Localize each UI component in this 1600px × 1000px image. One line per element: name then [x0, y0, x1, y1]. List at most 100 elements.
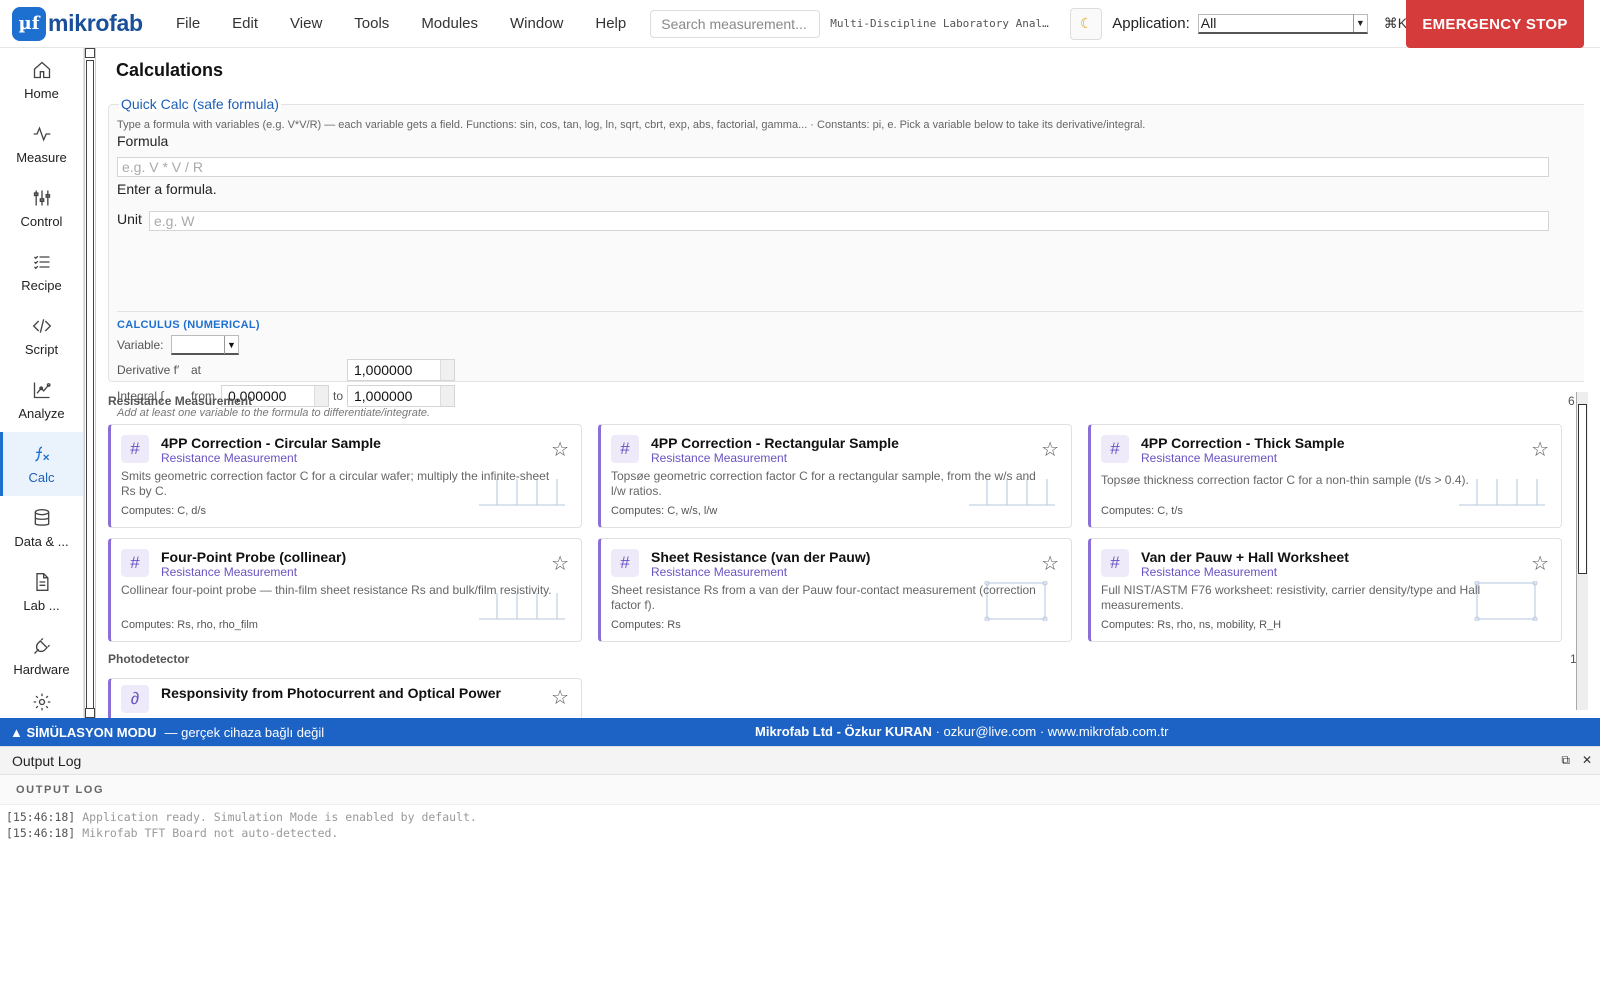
star-icon[interactable]: ☆: [551, 551, 569, 576]
log-text: Application ready. Simulation Mode is en…: [82, 810, 477, 824]
card-title: Responsivity from Photocurrent and Optic…: [161, 685, 501, 701]
command-palette-shortcut[interactable]: ⌘K: [1384, 15, 1407, 32]
card-category: Resistance Measurement: [1141, 565, 1278, 579]
sidebar-item-lab[interactable]: Lab ...: [0, 560, 83, 624]
menu-edit[interactable]: Edit: [216, 0, 274, 48]
website-link[interactable]: www.mikrofab.com.tr: [1048, 724, 1169, 739]
scroll-up-button[interactable]: [85, 48, 95, 58]
hash-icon: #: [611, 549, 639, 577]
chart-icon: [33, 382, 51, 398]
probe-graphic: [479, 479, 565, 506]
quick-calc-group: Quick Calc (safe formula) Type a formula…: [108, 96, 1584, 419]
sidebar-item-calc[interactable]: Calc: [0, 432, 83, 496]
scrollbar-thumb[interactable]: [1578, 404, 1587, 574]
hash-icon: #: [611, 435, 639, 463]
star-icon[interactable]: ☆: [1041, 551, 1059, 576]
log-body[interactable]: [15:46:18] Application ready. Simulation…: [0, 805, 1600, 845]
sidebar-item-recipe[interactable]: Recipe: [0, 240, 83, 304]
calc-card[interactable]: ∂ Responsivity from Photocurrent and Opt…: [108, 678, 582, 718]
star-icon[interactable]: ☆: [551, 437, 569, 462]
menu-file[interactable]: File: [160, 0, 216, 48]
formula-input[interactable]: [117, 157, 1549, 177]
star-icon[interactable]: ☆: [1531, 551, 1549, 576]
menu-view[interactable]: View: [274, 0, 338, 48]
sidebar-item-script[interactable]: Script: [0, 304, 83, 368]
scroll-down-button[interactable]: [85, 708, 95, 718]
content-scrollbar[interactable]: [1576, 392, 1588, 710]
sidebar-item-hardware[interactable]: Hardware: [0, 624, 83, 688]
card-computes: Computes: Rs: [611, 619, 681, 631]
float-panel-icon[interactable]: ⧉: [1561, 753, 1570, 768]
log-time: [15:46:18]: [6, 826, 76, 840]
menu-tools[interactable]: Tools: [338, 0, 405, 48]
card-title: 4PP Correction - Circular Sample: [161, 435, 381, 451]
log-line: [15:46:18] Application ready. Simulation…: [6, 809, 1594, 825]
theme-toggle-button[interactable]: ☾: [1070, 7, 1103, 40]
sidebar-item-measure[interactable]: Measure: [0, 112, 83, 176]
sidebar-item-data[interactable]: Data & ...: [0, 496, 83, 560]
emergency-stop-button[interactable]: EMERGENCY STOP: [1406, 0, 1584, 48]
moon-icon: ☾: [1079, 15, 1093, 31]
sidebar-item-control[interactable]: Control: [0, 176, 83, 240]
sidebar-item-label: Recipe: [21, 277, 62, 293]
star-icon[interactable]: ☆: [1531, 437, 1549, 462]
contact-email[interactable]: ozkur@live.com: [944, 724, 1037, 739]
application-select[interactable]: All ▼: [1197, 13, 1368, 34]
log-header: Output Log ⧉ ✕: [0, 747, 1600, 775]
sidebar-item-label: Home: [24, 85, 59, 101]
integral-to-input[interactable]: 1,000000: [347, 385, 455, 407]
sidebar-item-label: Lab ...: [23, 597, 60, 613]
spin-buttons[interactable]: [314, 386, 328, 406]
at-label: at: [191, 363, 202, 377]
calc-card[interactable]: # 4PP Correction - Rectangular Sample Re…: [598, 424, 1072, 528]
status-bar: ▲ SİMÜLASYON MODU — gerçek cihaza bağlı …: [0, 718, 1600, 746]
page-title: Calculations: [116, 60, 224, 80]
top-bar: µf mikrofab File Edit View Tools Modules…: [0, 0, 1600, 48]
logo-mark: µf: [12, 6, 46, 41]
calc-card[interactable]: # 4PP Correction - Circular Sample Resis…: [108, 424, 582, 528]
sidebar-item-settings[interactable]: [0, 688, 83, 718]
sidebar-item-label: Hardware: [13, 661, 70, 677]
menu-modules[interactable]: Modules: [405, 0, 494, 48]
home-icon: [33, 61, 50, 78]
close-icon[interactable]: ✕: [1582, 753, 1592, 768]
function-icon: [34, 446, 49, 461]
card-title: Sheet Resistance (van der Pauw): [651, 549, 871, 565]
star-icon[interactable]: ☆: [1041, 437, 1059, 462]
derivative-label: Derivative f′: [117, 363, 180, 377]
calculus-note: Add at least one variable to the formula…: [117, 407, 431, 419]
scrollbar-thumb[interactable]: [86, 60, 94, 710]
variable-select[interactable]: ▼: [171, 335, 239, 355]
unit-input[interactable]: [149, 211, 1549, 231]
footer-info: Mikrofab Ltd - Özkur KURAN · ozkur@live.…: [755, 718, 1168, 746]
card-computes: Computes: C, d/s: [121, 505, 206, 517]
menu-help[interactable]: Help: [579, 0, 642, 48]
sidebar-item-label: Calc: [28, 469, 55, 485]
sidebar-item-analyze[interactable]: Analyze: [0, 368, 83, 432]
search-input[interactable]: [650, 9, 821, 38]
calc-card[interactable]: # Van der Pauw + Hall Worksheet Resistan…: [1088, 538, 1562, 642]
star-icon[interactable]: ☆: [551, 685, 569, 710]
calculus-heading: CALCULUS (NUMERICAL): [117, 319, 260, 331]
menu-window[interactable]: Window: [494, 0, 579, 48]
calc-card[interactable]: # 4PP Correction - Thick Sample Resistan…: [1088, 424, 1562, 528]
database-icon: [34, 508, 49, 526]
derivative-at-input[interactable]: 1,000000: [347, 359, 455, 381]
sidebar-item-home[interactable]: Home: [0, 48, 83, 112]
sidebar: Home Measure Control Recipe Script Analy…: [0, 48, 84, 718]
calc-card[interactable]: # Sheet Resistance (van der Pauw) Resist…: [598, 538, 1072, 642]
spin-buttons[interactable]: [440, 360, 454, 380]
app-logo: µf mikrofab: [12, 6, 150, 41]
log-time: [15:46:18]: [6, 810, 76, 824]
simulation-mode-label: ▲ SİMÜLASYON MODU: [10, 724, 157, 740]
card-title: 4PP Correction - Rectangular Sample: [651, 435, 899, 451]
calc-card[interactable]: # Four-Point Probe (collinear) Resistanc…: [108, 538, 582, 642]
sidebar-scrollbar[interactable]: [84, 48, 96, 718]
company-name: Mikrofab Ltd - Özkur KURAN: [755, 724, 932, 739]
log-subtitle: OUTPUT LOG: [0, 775, 1600, 805]
quick-calc-help: Type a formula with variables (e.g. V*V/…: [117, 119, 1146, 131]
menu-bar: File Edit View Tools Modules Window Help: [160, 0, 642, 48]
card-title: 4PP Correction - Thick Sample: [1141, 435, 1345, 451]
spin-buttons[interactable]: [440, 386, 454, 406]
log-text: Mikrofab TFT Board not auto-detected.: [82, 826, 339, 840]
